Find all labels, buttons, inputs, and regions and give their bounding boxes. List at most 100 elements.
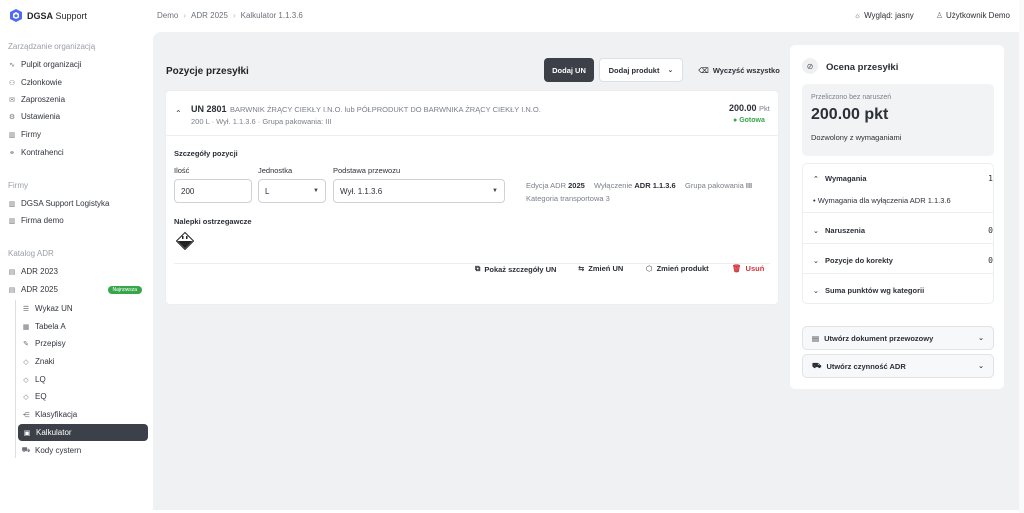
sidebar-item-demo-firm[interactable]: ▥ Firma demo [8, 212, 148, 229]
truck-icon: ⛟ [812, 361, 822, 370]
section-firms-title: Firmy [8, 181, 28, 190]
brand[interactable]: DGSA Support [10, 9, 87, 22]
exemption-info: Wyłączenie ADR 1.1.3.6 [594, 181, 676, 190]
requirements-toggle[interactable]: ⌃ Wymagania 1 [813, 174, 993, 183]
corrections-toggle[interactable]: ⌄ Pozycje do korekty 0 [813, 256, 993, 265]
list-icon: ☰ [22, 305, 30, 313]
calculator-icon: ▣ [23, 429, 31, 437]
topbar-actions: ☼ Wygląd: jasny ♙ Użytkownik Demo [854, 11, 1010, 20]
users-icon: ⚇ [8, 79, 16, 87]
sidebar: DGSA Support Zarządzanie organizacją ∿ Pu… [0, 0, 153, 513]
chevron-down-icon: ⌄ [978, 363, 984, 370]
basis-label: Podstawa przewozu [333, 166, 401, 175]
chevron-down-icon: ⌄ [813, 257, 819, 265]
sidebar-item-eq[interactable]: ◇ EQ [22, 388, 148, 405]
user-icon: ♙ [935, 11, 943, 20]
gear-icon: ⚙ [8, 113, 16, 121]
box-icon: ⬡ [646, 264, 653, 273]
quantity-label: Ilość [174, 166, 190, 175]
chevron-right-icon: › [232, 11, 236, 20]
assessment-accordion: ⌃ Wymagania 1 • Wymagania dla wyłączenia A… [802, 163, 994, 304]
labels-title: Nalepki ostrzegawcze [174, 217, 252, 226]
change-un-button[interactable]: ⇆ Zmień UN [578, 264, 623, 273]
sidebar-item-table-a[interactable]: ▦ Tabela A [22, 318, 148, 335]
sidebar-item-calculator[interactable]: ▣ Kalkulator [18, 424, 148, 441]
pulse-icon: ∿ [9, 61, 15, 69]
sidebar-item-un-list[interactable]: ☰ Wykaz UN [22, 300, 148, 317]
caret-down-icon: ▼ [492, 188, 498, 194]
user-menu[interactable]: ♙ Użytkownik Demo [936, 11, 1010, 20]
document-icon: ▤ [812, 333, 820, 343]
category-sum-toggle[interactable]: ⌄ Suma punktów wg kategorii [813, 286, 993, 295]
sidebar-item-regulations[interactable]: ✎ Przepisy [22, 335, 148, 352]
sidebar-item-members[interactable]: ⚇ Członkowie [8, 74, 148, 91]
trash-icon: 🗑 [732, 264, 742, 273]
share-icon: ⋲ [22, 411, 30, 419]
diamond-icon: ◇ [23, 358, 29, 366]
check-circle-icon: ⊘ [802, 58, 818, 74]
breadcrumb-item: Kalkulator 1.1.3.6 [240, 11, 303, 20]
brand-name: DGSA Support [27, 10, 88, 21]
unit-label: Jednostka [258, 166, 293, 175]
section-org-title: Zarządzanie organizacją [8, 42, 96, 51]
violations-count: 0 [988, 226, 993, 235]
clear-all-button[interactable]: ⌫ Wyczyść wszystko [693, 58, 785, 82]
newest-badge: Najnowsza [107, 285, 142, 294]
sidebar-item-settings[interactable]: ⚙ Ustawienia [8, 108, 148, 125]
delete-button[interactable]: 🗑 Usuń [732, 264, 764, 273]
external-link-icon: ⧉ [475, 264, 481, 273]
chevron-down-icon: ⌄ [978, 335, 984, 342]
sidebar-item-invitations[interactable]: ✉ Zaproszenia [8, 91, 148, 108]
book-icon: ▤ [8, 268, 16, 276]
add-product-button[interactable]: Dodaj produkt ⌄ [599, 58, 683, 82]
unit-select[interactable]: L ▼ [258, 179, 326, 203]
sidebar-item-dgsa-logistics[interactable]: ▥ DGSA Support Logistyka [8, 195, 148, 212]
corrosive-label-icon [176, 232, 194, 250]
submenu-guide-line [15, 300, 16, 458]
building-icon: ▥ [8, 131, 16, 139]
section-catalog-title: Katalog ADR [8, 249, 54, 258]
appearance-toggle[interactable]: ☼ Wygląd: jasny [854, 11, 914, 20]
divider [166, 135, 778, 136]
create-adr-activity-button[interactable]: ⛟ Utwórz czynność ADR ⌄ [802, 354, 994, 378]
breadcrumb-item[interactable]: Demo [157, 11, 178, 20]
caret-down-icon: ▼ [313, 188, 319, 194]
status-badge: ● Gotowa [733, 117, 765, 124]
edition-info: Edycja ADR 2025 [526, 181, 585, 190]
item-meta: 200 L · Wył. 1.1.3.6 · Grupa pakowania: … [191, 117, 332, 126]
details-title: Szczegóły pozycji [174, 149, 238, 158]
topbar: Demo › ADR 2025 › Kalkulator 1.1.3.6 ☼ Wy… [153, 0, 1024, 32]
create-transport-document-button[interactable]: ▤ Utwórz dokument przewozowy ⌄ [802, 326, 994, 350]
sidebar-item-adr-2023[interactable]: ▤ ADR 2023 [8, 263, 148, 280]
chevron-up-icon[interactable]: ⌃ [175, 109, 182, 118]
sidebar-item-dashboard[interactable]: ∿ Pulpit organizacji [8, 56, 148, 73]
sidebar-item-companies[interactable]: ▥ Firmy [8, 126, 148, 143]
diamond-icon: ◇ [23, 393, 29, 401]
points-unit: Pkt [759, 104, 770, 113]
corrections-count: 0 [988, 256, 993, 265]
sidebar-item-classification[interactable]: ⋲ Klasyfikacja [22, 406, 148, 423]
sidebar-item-adr-2025[interactable]: ▤ ADR 2025 Najnowsza [8, 281, 148, 298]
chevron-down-icon: ⌄ [813, 287, 819, 295]
quantity-input[interactable]: 200 [174, 179, 252, 203]
chevron-down-icon: ⌄ [813, 227, 819, 235]
change-product-button[interactable]: ⬡ Zmień produkt [646, 264, 709, 273]
sidebar-item-lq[interactable]: ◇ LQ [22, 371, 148, 388]
chevron-right-icon: › [183, 11, 187, 20]
sidebar-item-tank-codes[interactable]: ⛟ Kody cystern [22, 442, 148, 459]
show-un-details-button[interactable]: ⧉ Pokaż szczegóły UN [475, 264, 556, 274]
assessment-title: Ocena przesyłki [826, 62, 899, 73]
page-scrollbar[interactable] [1019, 0, 1024, 513]
basis-select[interactable]: Wył. 1.1.3.6 ▼ [333, 179, 505, 203]
sidebar-item-contractors[interactable]: ⚭ Kontrahenci [8, 144, 148, 161]
violations-toggle[interactable]: ⌄ Naruszenia 0 [813, 226, 993, 235]
shipment-items-panel: Pozycje przesyłki Dodaj UN Dodaj produkt… [153, 45, 782, 510]
divider [803, 212, 993, 213]
breadcrumb-item[interactable]: ADR 2025 [191, 11, 228, 20]
divider [803, 243, 993, 244]
chevron-up-icon: ⌃ [813, 175, 819, 183]
add-un-button[interactable]: Dodaj UN [544, 58, 594, 82]
mail-icon: ✉ [9, 96, 15, 104]
allowed-status: Dozwolony z wymaganiami [811, 133, 902, 142]
sidebar-item-marks[interactable]: ◇ Znaki [22, 353, 148, 370]
